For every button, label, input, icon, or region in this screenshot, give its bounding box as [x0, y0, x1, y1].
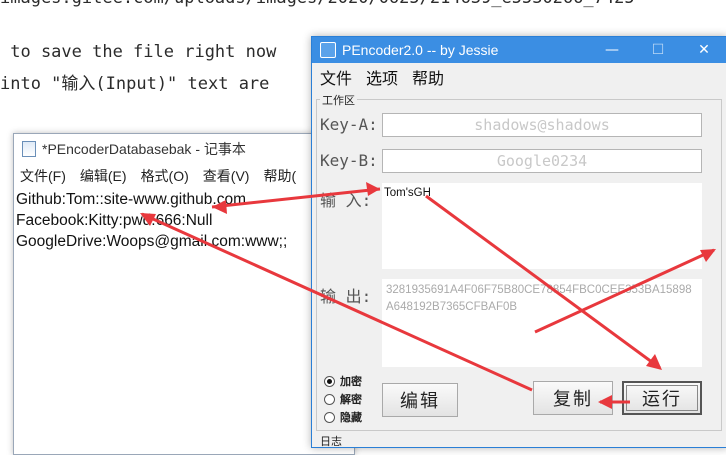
notepad-menu-format[interactable]: 格式(O) — [141, 166, 189, 186]
notepad-window[interactable]: *PEncoderDatabasebak - 记事本 文件(F) 编辑(E) 格… — [13, 133, 355, 455]
workarea-label: 工作区 — [320, 92, 357, 108]
run-button[interactable]: 运行 — [622, 381, 702, 415]
notepad-title: *PEncoderDatabasebak - 记事本 — [42, 141, 246, 157]
mode-decrypt-label: 解密 — [340, 393, 362, 406]
input-textarea[interactable]: Tom'sGH — [382, 183, 702, 269]
menu-options[interactable]: 选项 — [366, 65, 398, 89]
app-icon — [320, 42, 336, 58]
key-b-input[interactable]: Google0234 — [382, 149, 702, 173]
output-textarea[interactable]: 3281935691A4F06F75B80CE78854FBC0CEE353BA… — [382, 279, 702, 367]
close-button[interactable]: ✕ — [681, 37, 726, 63]
pencoder-window[interactable]: PEncoder2.0 -- by Jessie — ☐ ✕ 文件 选项 帮助 … — [311, 36, 726, 448]
input-label: 输 入: — [320, 191, 372, 210]
copy-button[interactable]: 复制 — [533, 381, 613, 415]
pencoder-title: PEncoder2.0 -- by Jessie — [342, 42, 499, 58]
edit-button[interactable]: 编辑 — [382, 383, 458, 417]
mode-encrypt-label: 加密 — [340, 375, 362, 388]
background-url-line: images.gitee.com/uploads/images/2020/062… — [0, 0, 635, 8]
notepad-icon — [22, 141, 36, 157]
notepad-line: Github:Tom::site-www.github.com — [16, 191, 247, 208]
notepad-line: Facebook:Kitty:pwd:666:Null — [16, 212, 213, 229]
output-label: 输 出: — [320, 287, 372, 306]
menu-file[interactable]: 文件 — [320, 65, 352, 89]
notepad-menubar: 文件(F) 编辑(E) 格式(O) 查看(V) 帮助( — [14, 164, 354, 188]
radio-selected-icon — [324, 375, 335, 387]
key-b-label: Key-B: — [320, 151, 378, 170]
mode-hide-label: 隐藏 — [340, 411, 362, 424]
notepad-line: GoogleDrive:Woops@gmail.com:www;; — [16, 233, 288, 250]
background-text-line-2: into "输入(Input)" text are — [0, 74, 270, 94]
background-text-line-1: to save the file right now — [0, 42, 277, 62]
mode-encrypt-radio[interactable]: 加密 — [324, 373, 362, 389]
menu-help[interactable]: 帮助 — [412, 65, 444, 89]
radio-unselected-icon — [324, 411, 335, 423]
mode-decrypt-radio[interactable]: 解密 — [324, 391, 362, 407]
minimize-button[interactable]: — — [589, 37, 635, 63]
notepad-titlebar[interactable]: *PEncoderDatabasebak - 记事本 — [14, 134, 354, 164]
log-label-partial: 日志 — [320, 435, 342, 448]
maximize-button[interactable]: ☐ — [635, 37, 681, 63]
pencoder-titlebar[interactable]: PEncoder2.0 -- by Jessie — ☐ ✕ — [312, 37, 726, 63]
notepad-text-area[interactable]: Github:Tom::site-www.github.com Facebook… — [14, 188, 354, 253]
mode-hide-radio[interactable]: 隐藏 — [324, 409, 362, 425]
radio-unselected-icon — [324, 393, 335, 405]
notepad-menu-help[interactable]: 帮助( — [263, 166, 296, 186]
notepad-menu-edit[interactable]: 编辑(E) — [80, 166, 127, 186]
key-a-input[interactable]: shadows@shadows — [382, 113, 702, 137]
key-a-label: Key-A: — [320, 115, 378, 134]
notepad-menu-file[interactable]: 文件(F) — [20, 166, 66, 186]
notepad-menu-view[interactable]: 查看(V) — [203, 166, 250, 186]
pencoder-menubar: 文件 选项 帮助 — [312, 63, 726, 91]
